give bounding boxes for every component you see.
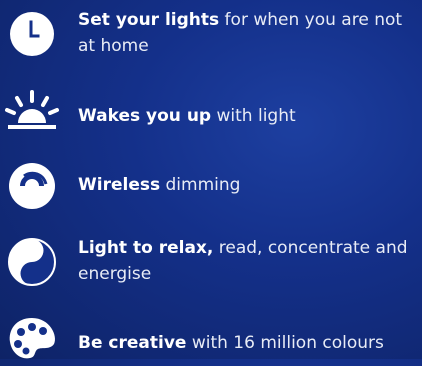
feature-rest: with 16 million colours (186, 333, 384, 353)
feature-item-relax: Light to relax, read, concentrate and en… (0, 232, 422, 292)
feature-bold: Wakes you up (78, 106, 212, 126)
sunrise-icon (4, 86, 60, 142)
feature-item-creative: Be creative with 16 million colours (0, 318, 422, 359)
feature-rest: dimming (160, 175, 241, 195)
feature-rest: with light (211, 106, 296, 126)
feature-bold: Light to relax, (78, 238, 214, 258)
feature-text: Be creative with 16 million colours (78, 330, 418, 356)
feature-item-wake-up: Wakes you up with light (0, 86, 422, 146)
dimmer-icon (4, 158, 60, 214)
feature-text: Light to relax, read, concentrate and en… (78, 235, 418, 287)
feature-bold: Wireless (78, 175, 161, 195)
feature-text: Wakes you up with light (78, 103, 418, 129)
feature-bold: Set your lights (78, 10, 220, 30)
feature-text: Wireless dimming (78, 172, 418, 198)
feature-text: Set your lights for when you are not at … (78, 7, 418, 59)
feature-item-wireless-dimming: Wireless dimming (0, 156, 422, 216)
palette-icon (4, 310, 60, 366)
feature-item-set-lights: Set your lights for when you are not at … (0, 4, 422, 64)
feature-bold: Be creative (78, 333, 187, 353)
clock-icon (4, 6, 60, 62)
yin-yang-icon (4, 234, 60, 290)
